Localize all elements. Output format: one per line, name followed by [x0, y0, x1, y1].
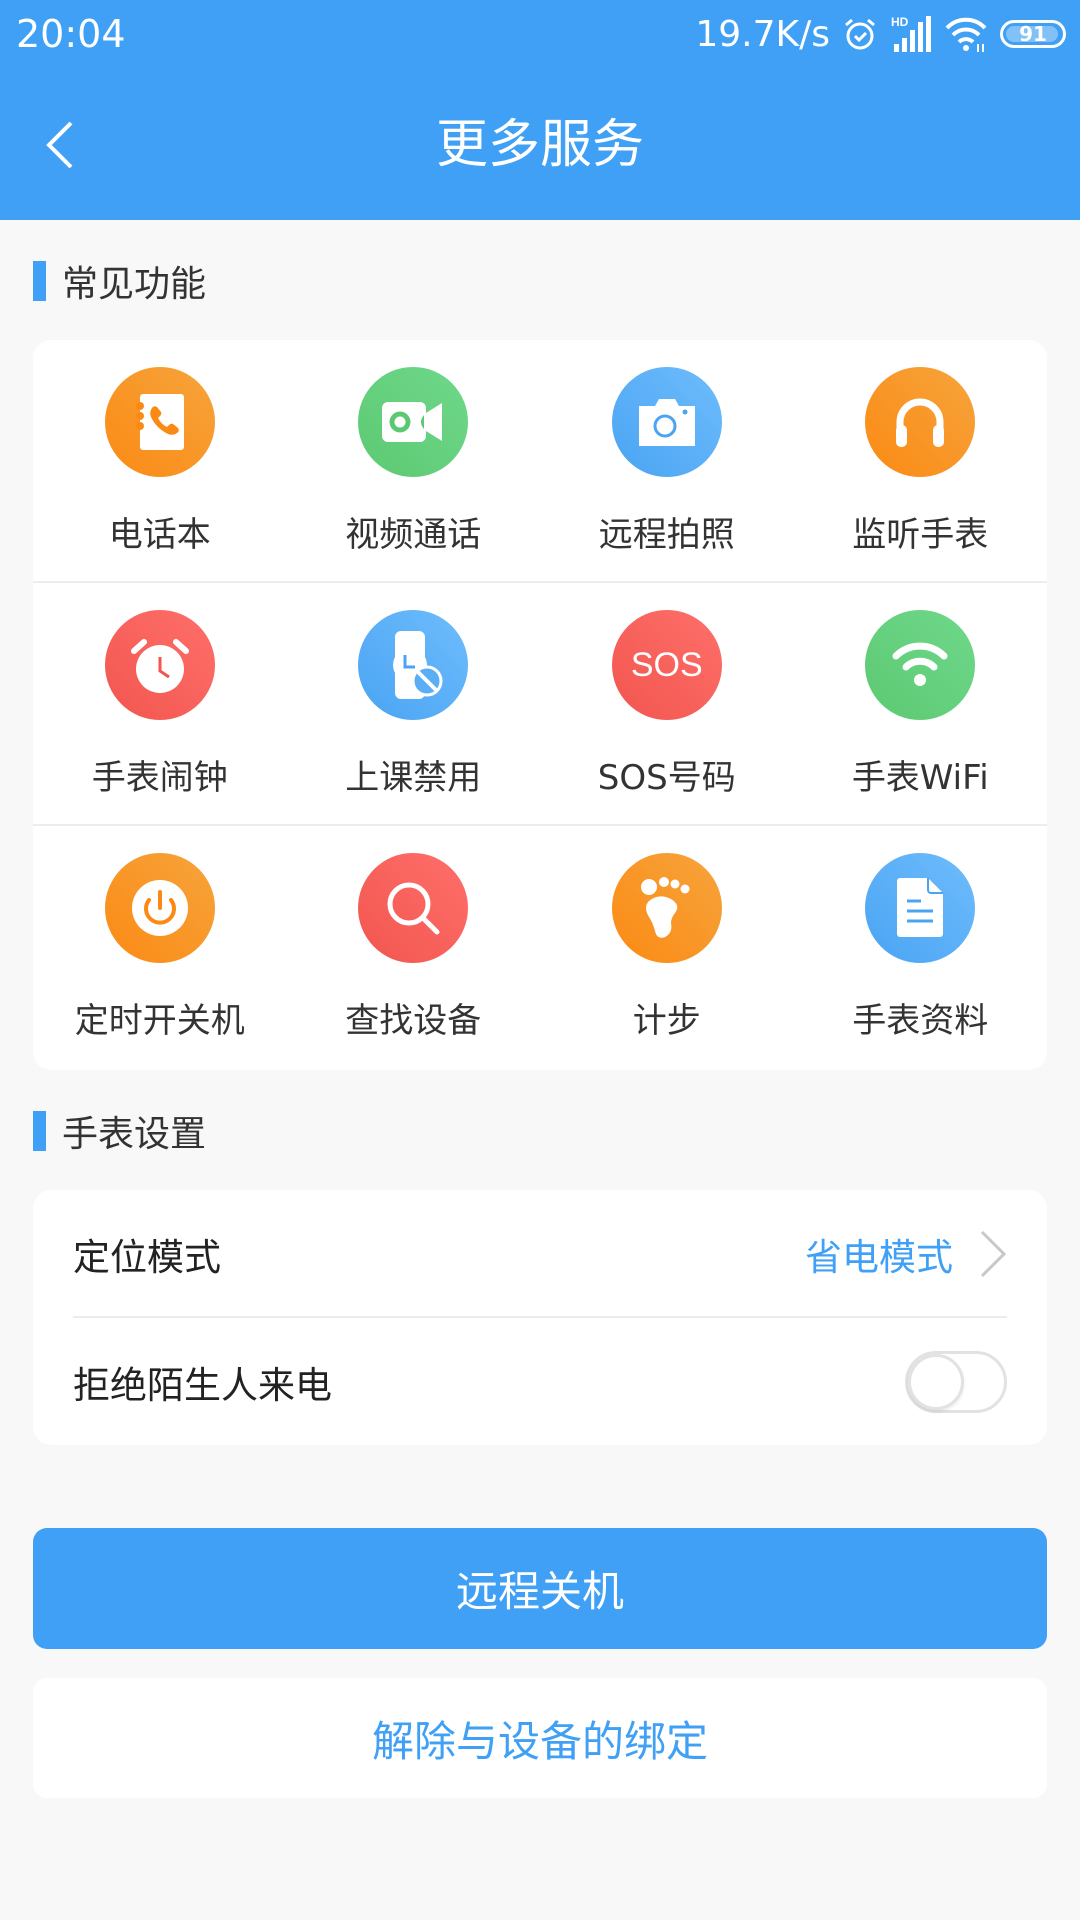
feature-watch-profile[interactable]: 手表资料 — [794, 826, 1048, 1069]
wifi-icon — [944, 14, 988, 54]
feature-step-count[interactable]: 计步 — [540, 826, 794, 1069]
status-time: 20:04 — [16, 12, 126, 56]
footprint-icon — [611, 853, 722, 963]
battery-icon: 91 — [1000, 20, 1066, 48]
power-icon — [104, 853, 215, 963]
svg-text:HD: HD — [891, 15, 909, 29]
sos-icon-text: SOS — [630, 645, 703, 684]
document-icon — [865, 853, 976, 963]
location-mode-value: 省电模式 — [805, 1235, 953, 1279]
feature-sos-number[interactable]: SOS SOS号码 — [540, 583, 794, 824]
feature-label: 手表WiFi — [851, 758, 989, 798]
nav-bar: 更多服务 — [0, 80, 1080, 210]
section-accent-bar — [33, 1111, 46, 1151]
camera-icon — [611, 367, 722, 477]
feature-class-disable[interactable]: 上课禁用 — [287, 583, 541, 824]
feature-label: 远程拍照 — [598, 515, 735, 555]
section-label: 常见功能 — [62, 264, 207, 305]
feature-label: 查找设备 — [345, 1001, 482, 1041]
section-accent-bar — [33, 261, 46, 301]
feature-row: 电话本 视频通话 远程拍照 监听手表 — [33, 340, 1047, 583]
feature-find-device[interactable]: 查找设备 — [287, 826, 541, 1069]
toggle-knob — [908, 1353, 964, 1410]
network-speed: 19.7K/s — [695, 13, 830, 55]
battery-level: 91 — [1019, 22, 1047, 46]
app-header: 20:04 19.7K/s HD 91 更多服务 — [0, 0, 1080, 220]
location-mode-row[interactable]: 定位模式 省电模式 — [33, 1190, 1047, 1317]
sos-icon: SOS — [611, 610, 722, 720]
watch-disabled-icon — [358, 610, 469, 720]
alarm-icon — [842, 16, 878, 52]
location-mode-label: 定位模式 — [73, 1235, 221, 1279]
feature-label: 手表闹钟 — [91, 758, 228, 798]
feature-label: 上课禁用 — [345, 758, 482, 798]
feature-video-call[interactable]: 视频通话 — [287, 340, 541, 581]
alarm-clock-icon — [104, 610, 215, 720]
settings-card: 定位模式 省电模式 拒绝陌生人来电 — [33, 1190, 1047, 1445]
feature-label: 手表资料 — [852, 1001, 989, 1041]
section-title-watch-settings: 手表设置 — [33, 1111, 206, 1155]
wifi-icon — [865, 610, 976, 720]
reject-strangers-row: 拒绝陌生人来电 — [33, 1318, 1047, 1445]
feature-watch-wifi[interactable]: 手表WiFi — [794, 583, 1048, 824]
reject-strangers-label: 拒绝陌生人来电 — [73, 1363, 332, 1407]
unbind-device-button[interactable]: 解除与设备的绑定 — [33, 1678, 1047, 1798]
chevron-right-icon — [980, 1230, 1007, 1277]
headphones-icon — [865, 367, 976, 477]
feature-scheduled-power[interactable]: 定时开关机 — [33, 826, 287, 1069]
status-bar: 20:04 19.7K/s HD 91 — [0, 0, 1080, 68]
section-title-common-features: 常见功能 — [33, 261, 206, 305]
search-icon — [358, 853, 469, 963]
feature-monitor-watch[interactable]: 监听手表 — [794, 340, 1048, 581]
feature-phonebook[interactable]: 电话本 — [33, 340, 287, 581]
page-title: 更多服务 — [435, 115, 644, 175]
feature-label: 计步 — [632, 1001, 701, 1041]
remote-shutdown-button[interactable]: 远程关机 — [33, 1528, 1047, 1649]
hd-signal-icon: HD — [890, 14, 932, 54]
video-call-icon — [358, 367, 469, 477]
feature-label: 监听手表 — [852, 515, 989, 555]
feature-row: 手表闹钟 上课禁用 SOS SOS号码 手表WiFi — [33, 583, 1047, 826]
section-label: 手表设置 — [62, 1114, 207, 1155]
feature-label: 视频通话 — [345, 515, 482, 555]
phonebook-icon — [104, 367, 215, 477]
feature-label: 电话本 — [108, 515, 211, 555]
status-icons: 19.7K/s HD 91 — [695, 12, 1066, 56]
feature-label: SOS号码 — [597, 758, 736, 798]
feature-row: 定时开关机 查找设备 计步 手表资料 — [33, 826, 1047, 1069]
feature-remote-photo[interactable]: 远程拍照 — [540, 340, 794, 581]
reject-strangers-toggle[interactable] — [905, 1350, 1007, 1413]
feature-watch-alarm[interactable]: 手表闹钟 — [33, 583, 287, 824]
feature-grid: 电话本 视频通话 远程拍照 监听手表 手表闹钟 上课禁用 SOS SOS号码 手… — [33, 340, 1047, 1070]
feature-label: 定时开关机 — [74, 1001, 245, 1041]
